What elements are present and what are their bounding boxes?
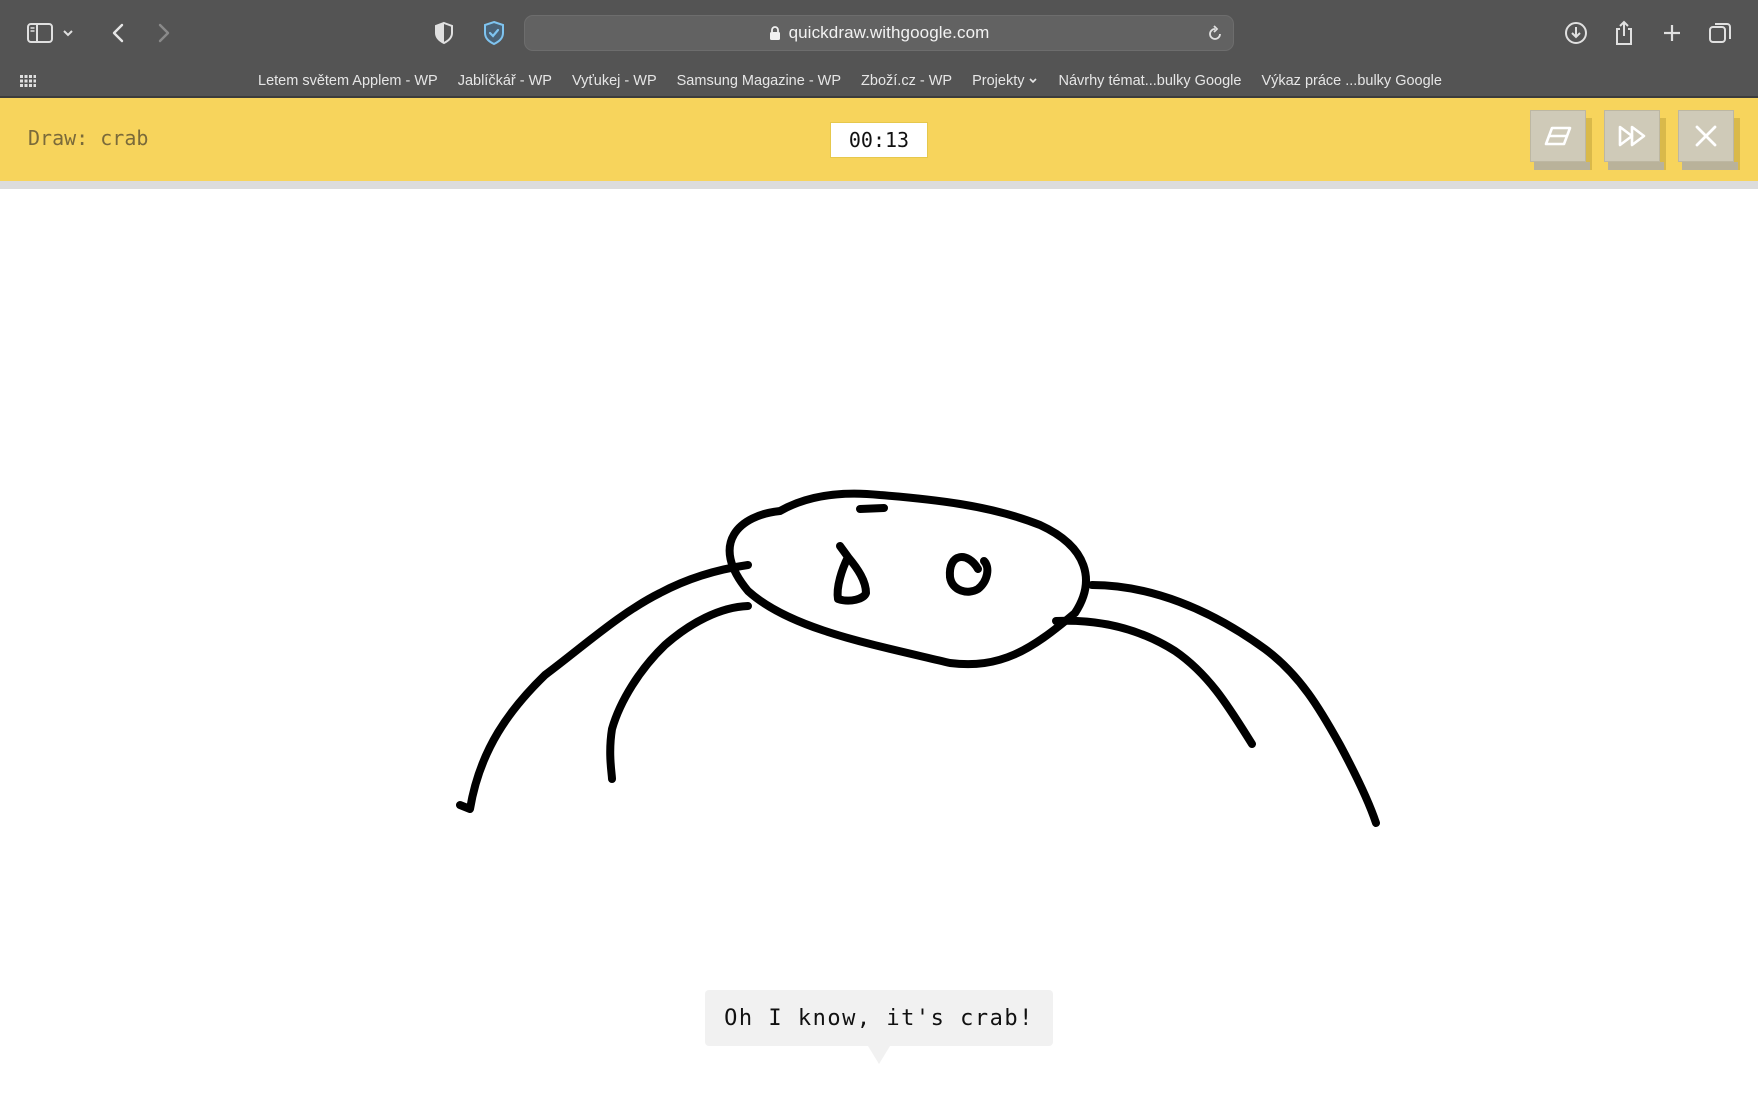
bookmark-letem-svetem[interactable]: Letem světem Applem - WP: [248, 73, 448, 89]
plus-icon: [1664, 25, 1680, 41]
shield-check-icon: [484, 20, 504, 46]
url-text: quickdraw.withgoogle.com: [788, 23, 990, 42]
bookmark-list: Letem světem Applem - WP Jablíčkář - WP …: [248, 66, 1452, 96]
forward-button[interactable]: [146, 15, 182, 51]
address-bar-content: quickdraw.withgoogle.com: [525, 16, 1233, 50]
game-header: Draw: crab 00:13: [0, 98, 1758, 181]
button-edge: [1534, 162, 1590, 170]
bookmark-label: Vyťukej - WP: [571, 73, 657, 89]
share-icon[interactable]: [1606, 15, 1642, 51]
crab-drawing: [456, 489, 1380, 827]
new-tab-button[interactable]: [1654, 15, 1690, 51]
crab-left-inner-leg: [606, 602, 752, 783]
crab-right-inner-leg: [1052, 616, 1256, 748]
chevron-left-icon: [112, 23, 124, 43]
bookmark-label: Samsung Magazine - WP: [676, 73, 842, 89]
crab-right-outer-leg: [1088, 581, 1380, 827]
bookmark-vytukej[interactable]: Vyťukej - WP: [562, 73, 667, 89]
bookmark-label: Návrhy témat...bulky Google: [1058, 73, 1242, 89]
grid-icon[interactable]: [20, 73, 36, 94]
guess-bubble: Oh I know, it's crab!: [705, 990, 1053, 1046]
download-icon[interactable]: [1558, 15, 1594, 51]
crab-left-outer-leg: [456, 561, 752, 813]
drawing-canvas[interactable]: [0, 189, 1758, 1097]
browser-chrome: quickdraw.withgoogle.com Letem světem Ap…: [0, 0, 1758, 98]
bookmark-label: Jablíčkář - WP: [457, 73, 552, 89]
browser-toolbar: quickdraw.withgoogle.com: [0, 0, 1758, 66]
bookmarks-bar: Letem světem Applem - WP Jablíčkář - WP …: [0, 66, 1758, 96]
fast-forward-icon: [1604, 110, 1660, 162]
bookmark-zbozi[interactable]: Zboží.cz - WP: [851, 73, 962, 89]
draw-prompt: Draw: crab: [28, 126, 149, 150]
skip-button[interactable]: [1604, 110, 1666, 170]
countdown-timer: 00:13: [830, 122, 928, 158]
tabs-icon[interactable]: [1702, 15, 1738, 51]
bookmark-samsung-magazine[interactable]: Samsung Magazine - WP: [667, 73, 851, 89]
reload-icon[interactable]: [1205, 24, 1225, 44]
close-button[interactable]: [1678, 110, 1740, 170]
sidebar-icon[interactable]: [22, 15, 58, 51]
bookmark-label: Projekty: [972, 73, 1025, 89]
crab-left-eye-stroke: [833, 542, 870, 605]
back-button[interactable]: [100, 15, 136, 51]
chevron-right-icon: [158, 23, 170, 43]
button-edge: [1682, 162, 1738, 170]
bookmark-jablickar[interactable]: Jablíčkář - WP: [448, 73, 562, 89]
bookmark-vykaz-prace[interactable]: Výkaz práce ...bulky Google: [1251, 73, 1452, 89]
close-icon: [1678, 110, 1734, 162]
crab-right-eye-stroke: [945, 553, 992, 596]
address-bar[interactable]: quickdraw.withgoogle.com: [524, 15, 1234, 51]
header-shadow: [0, 181, 1758, 189]
shield-half-icon: [435, 21, 453, 45]
bookmark-label: Výkaz práce ...bulky Google: [1261, 73, 1442, 89]
extension-button[interactable]: [476, 15, 512, 51]
bookmark-label: Zboží.cz - WP: [861, 73, 953, 89]
button-edge: [1608, 162, 1664, 170]
crab-body-top-mark: [856, 504, 888, 513]
privacy-report-button[interactable]: [426, 15, 462, 51]
crab-body-stroke: [725, 489, 1090, 669]
lock-icon: [769, 26, 780, 40]
clear-button[interactable]: [1530, 110, 1592, 170]
guess-bubble-tail: [868, 1046, 890, 1064]
bookmark-navrhy-temat[interactable]: Návrhy témat...bulky Google: [1048, 73, 1251, 89]
chevron-down-icon[interactable]: [56, 15, 80, 51]
eraser-icon: [1530, 110, 1586, 162]
chevron-down-icon: [1029, 78, 1038, 84]
bookmark-label: Letem světem Applem - WP: [258, 73, 438, 89]
bookmark-folder-projekty[interactable]: Projekty: [962, 73, 1048, 89]
